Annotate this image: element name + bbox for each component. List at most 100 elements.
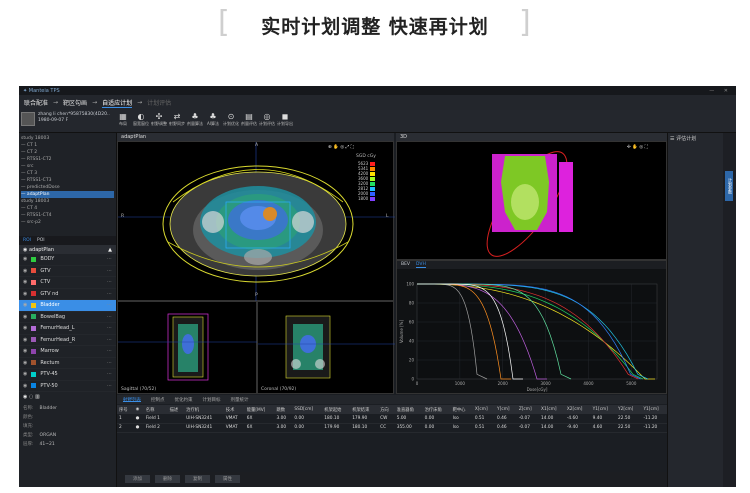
tab-poi[interactable]: POI	[37, 238, 45, 243]
roi-item[interactable]: ◉ CTV ⋯	[19, 277, 116, 289]
ribbon-button[interactable]: ▦ 布局	[114, 112, 132, 127]
roi-menu-icon[interactable]: ⋯	[107, 279, 112, 285]
eye-icon[interactable]: ◉	[23, 325, 27, 331]
action-button[interactable]: 属性	[215, 475, 240, 483]
roi-menu-icon[interactable]: ⋯	[107, 256, 112, 262]
roi-item[interactable]: ◉ Rectum ⋯	[19, 358, 116, 369]
tree-item[interactable]: — RTSS1-CT3	[21, 177, 114, 184]
ribbon-button[interactable]: ♣ 剂量算法	[186, 112, 204, 127]
dvh-panel: BEV DVH 0 20 40 60 80 100 0 1000 2000 3000 4000 500…	[396, 260, 667, 394]
eye-icon[interactable]: ◉	[23, 383, 27, 389]
window-controls[interactable]: — ✕	[709, 88, 732, 94]
table-row[interactable]: 2 ● Field 2 UIH-SN3241 VMAT 6X 3.00 0.00 179.90 1…	[117, 423, 667, 433]
ribbon-button[interactable]: ◎ 计划评估	[258, 112, 276, 127]
eye-icon[interactable]: ◉	[23, 314, 27, 320]
table-row[interactable]: 1 ● Field 1 UIH-SN3241 VMAT 6X 3.00 0.00 180.10 1…	[117, 414, 667, 424]
roi-menu-icon[interactable]: ⋯	[107, 291, 112, 297]
tree-item[interactable]: — src-p2	[21, 219, 114, 226]
eye-icon[interactable]: ◉	[23, 302, 27, 308]
patient-info: zhang li chen*95875830(4D20.. 1980-09-07 …	[19, 110, 114, 132]
roi-item[interactable]: ◉ Marrow ⋯	[19, 346, 116, 358]
beam-tab[interactable]: 计划目标	[203, 397, 221, 403]
roi-item[interactable]: ◉ FemurHead_R ⋯	[19, 335, 116, 346]
sagittal-view[interactable]: Sagittal (70/52)	[117, 301, 258, 394]
tab-bev[interactable]: BEV	[401, 262, 410, 268]
tree-item[interactable]: — src	[21, 163, 114, 170]
ribbon-button[interactable]: ✣ 射野调整	[150, 112, 168, 127]
tab-dvh[interactable]: DVH	[416, 262, 426, 268]
dose-swatch	[370, 186, 376, 191]
beam-tab[interactable]: 剂量统计	[231, 397, 249, 403]
roi-item[interactable]: ◉ GTV ⋯	[19, 266, 116, 277]
3d-view-tools[interactable]: ✣ ✋ ◎ ⛶	[627, 144, 648, 150]
ribbon-button[interactable]: ⊙ 计划优化	[222, 112, 240, 127]
step-registration[interactable]: 联合配准	[24, 98, 48, 107]
ribbon-button[interactable]: ♣ AI算法	[204, 112, 222, 127]
eye-icon[interactable]: ◉	[23, 279, 27, 285]
tree-item[interactable]: — RTSS1-CT4	[21, 212, 114, 219]
ribbon-button[interactable]: ◐ 窗宽窗位	[132, 112, 150, 127]
visibility-toggle-icon[interactable]: ◌	[29, 394, 33, 400]
roi-plan-header[interactable]: ◉ adaptPlan ▲	[19, 245, 116, 254]
tree-item[interactable]: — CT 1	[21, 142, 114, 149]
step-adaptive-plan[interactable]: 自适应计划	[102, 98, 133, 108]
roi-item[interactable]: ◉ BowelBag ⋯	[19, 312, 116, 323]
eye-icon[interactable]: ◉	[23, 394, 27, 400]
roi-menu-icon[interactable]: ⋯	[107, 302, 112, 308]
view-tools[interactable]: ⊕ ✋ ◎ ⤢ ⛶	[328, 144, 354, 150]
eye-icon[interactable]: ◉	[23, 291, 27, 297]
roi-menu-icon[interactable]: ⋯	[107, 360, 112, 366]
roi-menu-icon[interactable]: ⋯	[107, 337, 112, 343]
action-button[interactable]: 删除	[155, 475, 180, 483]
roi-name: CTV	[40, 279, 51, 286]
tree-item[interactable]: — predictedDose	[21, 184, 114, 191]
roi-item[interactable]: ◉ PTV-45 ⋯	[19, 369, 116, 381]
property-value[interactable]: 41~21	[40, 442, 55, 447]
roi-item[interactable]: ◉ FemurHead_L ⋯	[19, 323, 116, 335]
eye-icon[interactable]: ◉	[23, 360, 27, 366]
beam-tab[interactable]: 优化约束	[175, 397, 193, 403]
eye-icon[interactable]: ◉	[23, 337, 27, 343]
roi-menu-icon[interactable]: ⋯	[107, 371, 112, 377]
tab-roi[interactable]: ROI	[23, 238, 31, 243]
plan-params-tab[interactable]: 计划参数	[725, 171, 733, 201]
roi-item[interactable]: ◉ PTV-50 ⋯	[19, 381, 116, 392]
property-value[interactable]: Bladder	[40, 406, 57, 411]
evaluate-plan-title[interactable]: ☰ 评估计划	[670, 135, 721, 142]
tree-item[interactable]: — CT 4	[21, 205, 114, 212]
tree-item[interactable]: study 18003	[21, 198, 114, 205]
roi-item[interactable]: ◉ GTV nd ⋯	[19, 289, 116, 300]
roi-menu-icon[interactable]: ⋯	[107, 325, 112, 331]
3d-view[interactable]: ✣ ✋ ◎ ⛶	[396, 141, 667, 260]
chevron-up-icon[interactable]: ▲	[108, 247, 112, 253]
dvh-ytick: 100	[406, 282, 414, 287]
tree-item[interactable]: — CT 2	[21, 149, 114, 156]
coronal-view[interactable]: Coronal (70/92)	[257, 301, 395, 394]
tree-item[interactable]: — CT 3	[21, 170, 114, 177]
axial-view[interactable]: A R L P ⊕ ✋ ◎ ⤢ ⛶ SGD cGy 5623 5341 4200 36…	[117, 141, 395, 302]
eye-icon[interactable]: ◉	[23, 371, 27, 377]
roi-menu-icon[interactable]: ⋯	[107, 268, 112, 274]
step-contouring[interactable]: 靶区勾画	[63, 98, 87, 107]
property-value[interactable]: ORGAN	[40, 433, 57, 438]
eye-icon[interactable]: ◉	[23, 256, 27, 262]
tree-item[interactable]: — adaptPlan	[21, 191, 114, 198]
tree-item[interactable]: — RTSS1-CT2	[21, 156, 114, 163]
roi-menu-icon[interactable]: ⋯	[107, 383, 112, 389]
ribbon-button[interactable]: ▤ 剂量评估	[240, 112, 258, 127]
roi-menu-icon[interactable]: ⋯	[107, 314, 112, 320]
roi-item[interactable]: ◉ Bladder ⋯	[19, 300, 116, 312]
ribbon-button[interactable]: ⇄ 射野同步	[168, 112, 186, 127]
delete-icon[interactable]: ▥	[35, 394, 40, 400]
tree-item[interactable]: study 18003	[21, 135, 114, 142]
action-button[interactable]: 添加	[125, 475, 150, 483]
eye-icon[interactable]: ◉	[23, 268, 27, 274]
ribbon-button[interactable]: ◼ 计划导出	[276, 112, 294, 127]
action-button[interactable]: 复制	[185, 475, 210, 483]
step-evaluation[interactable]: 计划评估	[147, 98, 171, 107]
roi-menu-icon[interactable]: ⋯	[107, 348, 112, 354]
eye-icon[interactable]: ◉	[23, 348, 27, 354]
beam-tab[interactable]: 射野列表	[123, 397, 141, 403]
beam-tab[interactable]: 控制点	[151, 397, 165, 403]
roi-item[interactable]: ◉ BODY ⋯	[19, 254, 116, 266]
